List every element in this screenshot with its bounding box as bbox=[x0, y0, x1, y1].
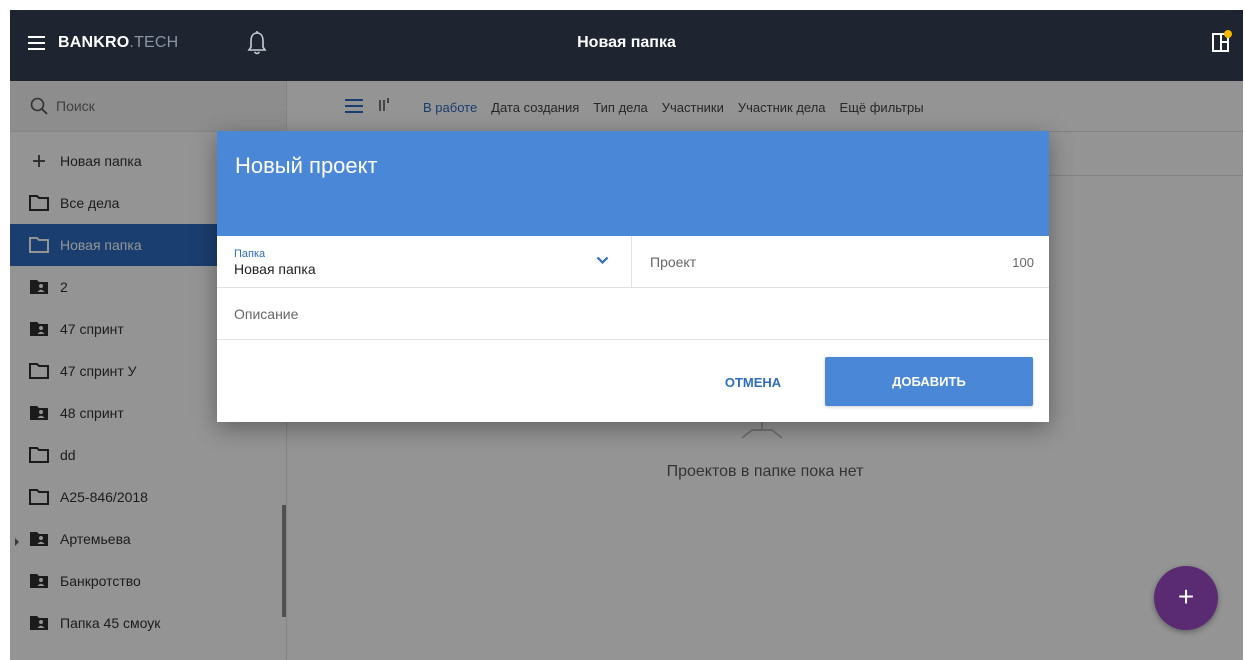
add-project-fab[interactable]: + bbox=[1154, 566, 1218, 630]
notification-badge bbox=[1224, 30, 1232, 38]
page-title: Новая папка bbox=[577, 34, 676, 51]
project-name-input[interactable] bbox=[650, 249, 950, 275]
panel-icon[interactable] bbox=[1211, 28, 1233, 54]
new-project-dialog: Новый проект Папка Новая папка 100 ОТМЕН… bbox=[217, 131, 1049, 422]
add-button[interactable]: ДОБАВИТЬ bbox=[825, 357, 1033, 406]
folder-select-value: Новая папка bbox=[234, 261, 316, 277]
dialog-title: Новый проект bbox=[235, 153, 378, 178]
description-input[interactable] bbox=[234, 301, 934, 327]
description-field bbox=[217, 288, 1049, 340]
project-field: 100 bbox=[632, 236, 1049, 288]
top-bar: BANKRO.TECH Новая папка bbox=[10, 10, 1243, 81]
cancel-button[interactable]: ОТМЕНА bbox=[709, 369, 797, 397]
folder-select-label: Папка bbox=[234, 248, 266, 260]
dialog-header: Новый проект bbox=[217, 131, 1049, 236]
project-char-counter: 100 bbox=[1012, 255, 1034, 270]
folder-select[interactable]: Папка Новая папка bbox=[217, 236, 632, 288]
chevron-down-icon bbox=[596, 256, 609, 265]
